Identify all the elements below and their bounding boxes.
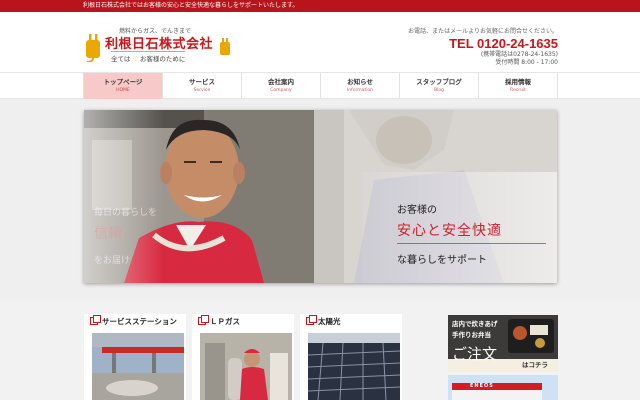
phone-number-link[interactable]: TEL 0120-24-1635 — [408, 36, 558, 51]
nav-sublabel: Company — [270, 88, 292, 93]
hero-ghost-text-3: をお届け — [94, 256, 131, 266]
eneos-station-banner[interactable]: ENEOS — [448, 375, 558, 400]
nav-sublabel: HOME — [116, 88, 130, 93]
service-card-station[interactable]: サービスステーション — [84, 314, 186, 400]
nav-menu: トップページ HOME サービス Service 会社案内 Company お知… — [83, 73, 558, 99]
hero-slideshow[interactable]: 毎日の暮らしを 信頼、 をお届け お客様の 安心と安全快適 な暮らしをサポート — [84, 110, 557, 283]
mobile-phone-note: (携帯電話は0278-24-1635) — [480, 51, 558, 58]
service-card-lp-gas[interactable]: ＬＰガス — [192, 314, 294, 400]
nav-label: 採用情報 — [505, 78, 531, 86]
nav-item-information[interactable]: お知らせ Information — [321, 73, 400, 99]
service-station-photo — [92, 333, 184, 400]
site-logo[interactable]: 燃料からガス、でんきまで 利根日石株式会社 全ては ♡ お客様のために — [83, 26, 233, 70]
logo-company-name: 利根日石株式会社 — [105, 37, 214, 52]
hero-copy-highlight: 安心と安全快適 — [397, 223, 502, 239]
nav-label: トップページ — [103, 78, 143, 86]
banner-here-text: はコチラ — [522, 361, 548, 369]
contact-info: お電話、またはメールよりお気軽にお問合せください。 TEL 0120-24-16… — [408, 26, 558, 67]
hero-copy-line-1: お客様の — [397, 205, 437, 216]
business-hours: 受付時間 8:00 - 17:00 — [495, 59, 558, 66]
service-card-solar[interactable]: 太陽光 — [300, 314, 402, 400]
site-header: 燃料からガス、でんきまで 利根日石株式会社 全ては ♡ お客様のために お電話、… — [0, 12, 640, 72]
window-icon — [306, 315, 317, 325]
nav-sublabel: Information — [346, 88, 374, 93]
nav-item-company[interactable]: 会社案内 Company — [242, 73, 321, 99]
contact-note: お電話、またはメールよりお気軽にお問合せください。 — [408, 28, 558, 35]
nav-sublabel: Recruit — [510, 88, 526, 93]
window-icon — [198, 315, 209, 325]
eneos-sign: ENEOS — [470, 383, 494, 389]
banner-line-2: 手作りお弁当 — [452, 331, 491, 339]
hero-copy-line-3: な暮らしをサポート — [397, 255, 487, 266]
card-header: ＬＰガス — [192, 314, 294, 328]
nav-item-blog[interactable]: スタッフブログ Blog — [400, 73, 479, 99]
global-navigation: トップページ HOME サービス Service 会社案内 Company お知… — [0, 72, 640, 99]
heart-icon: ♡ — [132, 56, 138, 63]
window-icon — [90, 315, 101, 325]
nav-item-home[interactable]: トップページ HOME — [83, 73, 163, 99]
nav-sublabel: Blog — [434, 88, 444, 93]
card-title: サービスステーション — [102, 316, 177, 326]
card-header: 太陽光 — [300, 314, 402, 328]
nav-label: お知らせ — [347, 78, 373, 86]
banner-line-1: 店内で炊きあげ — [452, 320, 498, 328]
nav-item-service[interactable]: サービス Service — [163, 73, 242, 99]
top-announcement-text: 利根日石株式会社ではお客様の安心と安全快適な暮らしをサポートいたします。 — [83, 2, 299, 9]
nav-label: スタッフブログ — [416, 78, 462, 86]
hero-ghost-text-2: 信頼、 — [94, 226, 136, 242]
card-header: サービスステーション — [84, 314, 186, 328]
nav-sublabel: Service — [193, 88, 211, 93]
card-title: 太陽光 — [318, 316, 341, 326]
logo-subtitle: 全ては ♡ お客様のために — [111, 51, 186, 63]
card-title: ＬＰガス — [210, 316, 240, 326]
solar-panel-photo — [308, 333, 400, 400]
banner-order-text: ご注文 — [452, 345, 498, 363]
socket-icon — [220, 38, 230, 55]
hero-ghost-text-1: 毎日の暮らしを — [94, 208, 158, 218]
top-announcement-bar: 利根日石株式会社ではお客様の安心と安全快適な暮らしをサポートいたします。 — [0, 0, 640, 12]
nav-item-recruit[interactable]: 採用情報 Recruit — [479, 73, 558, 99]
logo-subtitle-right: お客様のために — [139, 55, 186, 63]
plug-icon — [86, 34, 100, 62]
lp-gas-photo — [200, 333, 292, 400]
nav-label: サービス — [189, 78, 215, 86]
nav-label: 会社案内 — [268, 78, 294, 86]
bento-order-banner[interactable]: 店内で炊きあげ 手作りお弁当 ご注文 はコチラ — [448, 315, 558, 372]
hero-underline — [397, 243, 546, 244]
logo-subtitle-left: 全ては — [111, 55, 131, 63]
eneos-station-photo — [448, 375, 558, 400]
